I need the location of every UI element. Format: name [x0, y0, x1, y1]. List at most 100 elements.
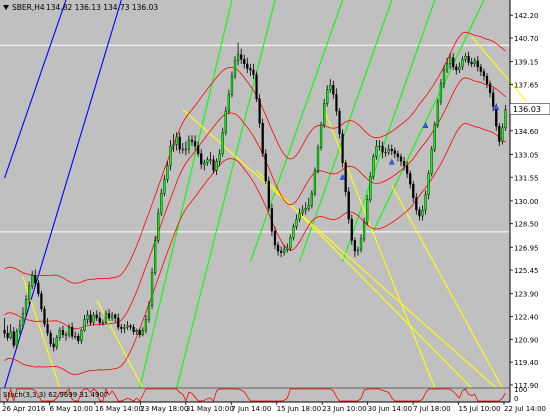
candle-body-149 [461, 59, 464, 68]
candle-body-26 [83, 319, 86, 331]
y-tick-label-6: 133.05 [514, 151, 539, 159]
x-tick-label-9: 7 Jul 18:00 [413, 405, 451, 413]
candle-body-117 [362, 221, 366, 240]
candle-body-17 [55, 337, 58, 348]
chart-background [0, 0, 510, 388]
candle-body-116 [359, 238, 363, 250]
candle-body-131 [406, 165, 409, 174]
candle-body-159 [492, 92, 495, 107]
candle-body-65 [203, 162, 206, 165]
candle-body-153 [473, 60, 476, 65]
candle-body-142 [439, 83, 443, 103]
candle-body-144 [445, 63, 449, 71]
candle-body-66 [206, 159, 209, 164]
candle-body-54 [169, 145, 172, 167]
y-tick-label-9: 128.50 [514, 221, 539, 229]
x-tick-label-5: 7 Jun 14:00 [231, 405, 271, 413]
candle-body-141 [436, 101, 439, 125]
y-tick-label-7: 131.55 [514, 174, 539, 182]
price-chart[interactable]: Stoch(3,3,3) 62.9699 31.4907 100 0 142.2… [0, 0, 550, 413]
candle-body-96 [298, 212, 301, 220]
candle-body-163 [504, 109, 507, 129]
candle-body-93 [289, 237, 292, 249]
y-tick-label-8: 130.00 [514, 198, 539, 206]
candle-body-37 [117, 317, 120, 328]
candle-body-125 [387, 148, 390, 153]
x-tick-label-3: 23 May 18:00 [140, 405, 188, 413]
candle-body-84 [261, 123, 264, 154]
x-tick-label-1: 6 May 10:00 [49, 405, 93, 413]
candle-body-128 [396, 153, 400, 157]
candle-body-89 [276, 244, 280, 252]
candle-body-158 [488, 83, 492, 94]
candle-body-14 [46, 323, 49, 334]
candle-body-115 [356, 249, 360, 252]
candle-body-121 [375, 145, 378, 157]
candle-body-56 [175, 136, 178, 145]
x-tick-label-6: 15 Jun 18:00 [277, 405, 321, 413]
price-axis: 142.20140.70139.15137.65136.10134.60133.… [509, 0, 539, 402]
candle-body-137 [424, 194, 427, 211]
candle-body-102 [316, 147, 320, 171]
x-tick-label-7: 23 Jun 10:00 [322, 405, 366, 413]
indicator-label: Stoch(3,3,3) 62.9699 31.4907 [3, 391, 108, 399]
x-tick-label-2: 16 May 14:00 [95, 405, 143, 413]
candle-body-52 [163, 179, 166, 194]
candle-body-98 [304, 208, 307, 211]
y-tick-label-11: 125.45 [514, 267, 539, 275]
candle-body-19 [61, 329, 65, 335]
candle-body-87 [270, 208, 274, 232]
y-tick-label-15: 119.40 [514, 359, 539, 367]
candle-body-74 [230, 75, 234, 95]
candle-body-162 [501, 127, 504, 142]
candle-body-145 [449, 57, 452, 65]
candle-body-28 [89, 314, 92, 323]
candle-body-23 [74, 336, 77, 338]
candle-body-108 [335, 94, 338, 112]
candle-body-111 [344, 162, 347, 192]
candle-body-67 [209, 159, 212, 161]
candle-body-99 [307, 205, 310, 209]
candle-body-42 [132, 326, 135, 332]
ohlc-values: 134.82 136.13 134.73 136.03 [46, 3, 158, 12]
candle-body-157 [485, 75, 489, 84]
candle-body-112 [347, 191, 350, 220]
current-price-box: 136.03 [509, 103, 550, 115]
candle-body-114 [353, 240, 356, 252]
candle-body-95 [295, 218, 298, 227]
candle-body-129 [399, 156, 403, 162]
candle-body-61 [190, 139, 194, 142]
candle-body-3 [12, 331, 15, 346]
candle-body-92 [286, 247, 289, 250]
symbol-title: SBER,H4 [12, 3, 45, 12]
candle-body-9 [31, 275, 34, 287]
candle-body-49 [153, 240, 157, 273]
candle-body-106 [329, 85, 332, 90]
candle-body-58 [181, 148, 184, 151]
symbol-header: SBER,H4 134.82 136.13 134.73 136.03 [3, 3, 158, 12]
candle-body-43 [135, 329, 138, 332]
candle-body-46 [144, 319, 148, 331]
candle-body-57 [178, 136, 181, 150]
y-tick-label-13: 122.40 [514, 313, 539, 321]
candle-body-21 [67, 326, 71, 335]
candle-body-126 [390, 148, 393, 151]
candle-body-63 [197, 145, 200, 154]
candle-body-104 [323, 103, 326, 125]
candle-body-31 [98, 317, 101, 323]
candle-body-124 [384, 151, 387, 154]
candle-body-161 [498, 126, 501, 142]
candle-body-6 [21, 313, 25, 326]
candle-body-105 [326, 89, 329, 104]
candle-body-33 [104, 313, 108, 323]
candle-body-94 [292, 226, 295, 238]
candle-body-123 [381, 145, 384, 153]
candle-body-47 [147, 305, 151, 320]
candle-body-110 [341, 133, 344, 164]
candle-body-60 [187, 139, 191, 150]
candle-body-22 [71, 326, 74, 337]
candle-body-53 [166, 165, 169, 180]
candle-body-134 [415, 197, 418, 211]
candle-body-113 [350, 218, 353, 241]
candle-body-155 [479, 66, 482, 72]
